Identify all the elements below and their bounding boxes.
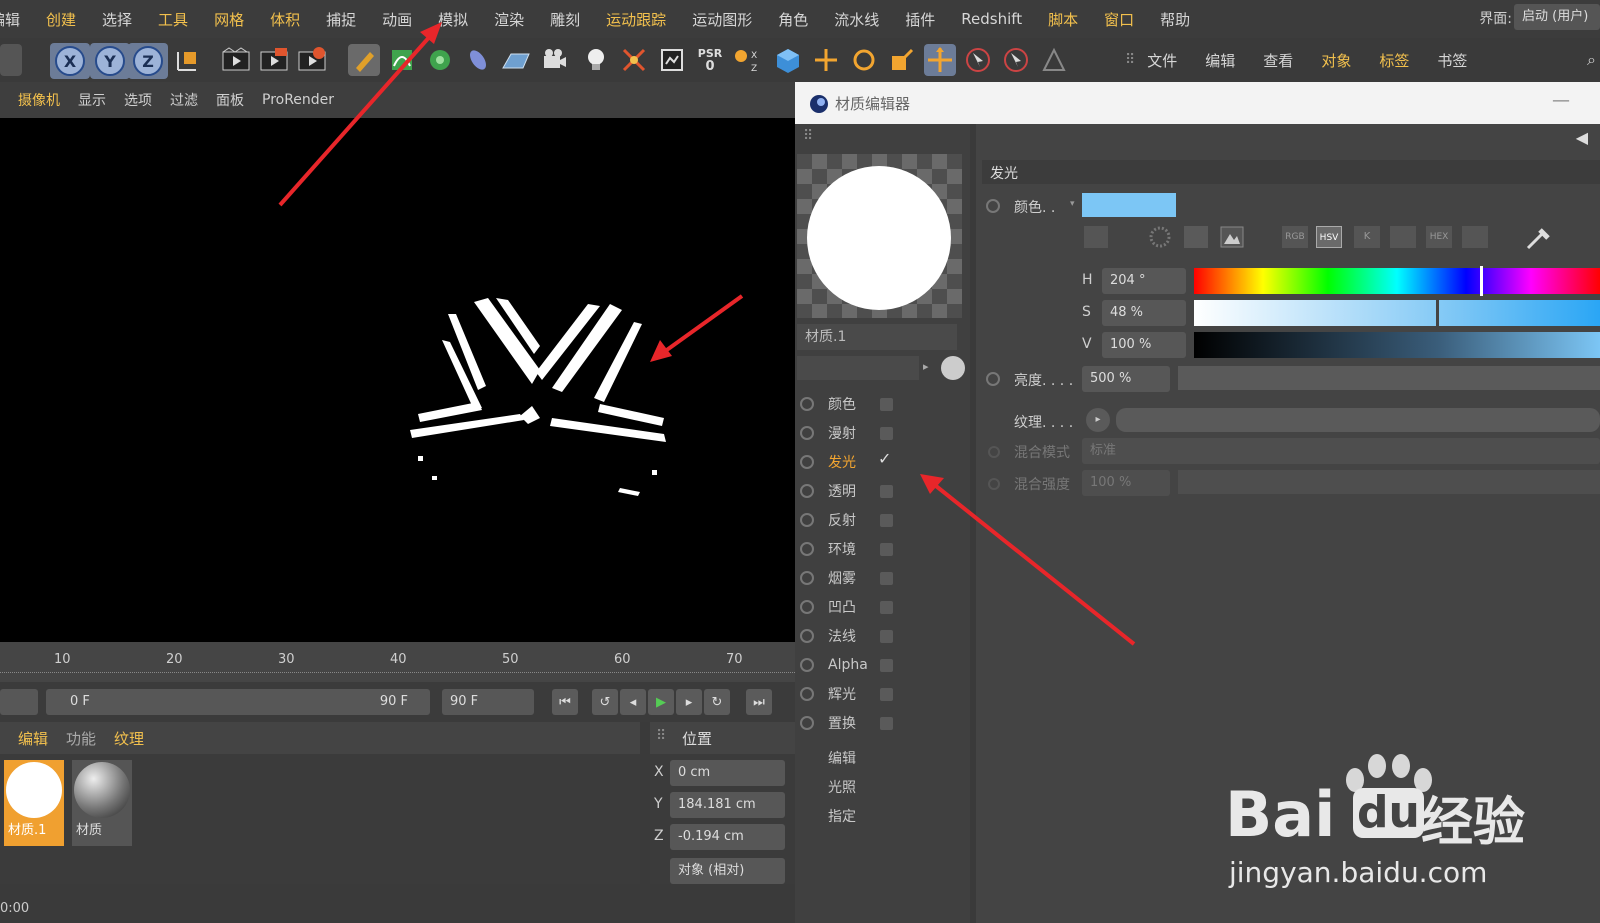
watermark-brand-a: Bai xyxy=(1225,778,1336,851)
baidu-jingyan-watermark: Bai du 经验 jingyan.baidu.com xyxy=(1225,750,1600,900)
watermark-brand-cn: 经验 xyxy=(1421,793,1526,853)
watermark-brand-b: du xyxy=(1353,788,1424,838)
watermark-url: jingyan.baidu.com xyxy=(1229,856,1488,889)
